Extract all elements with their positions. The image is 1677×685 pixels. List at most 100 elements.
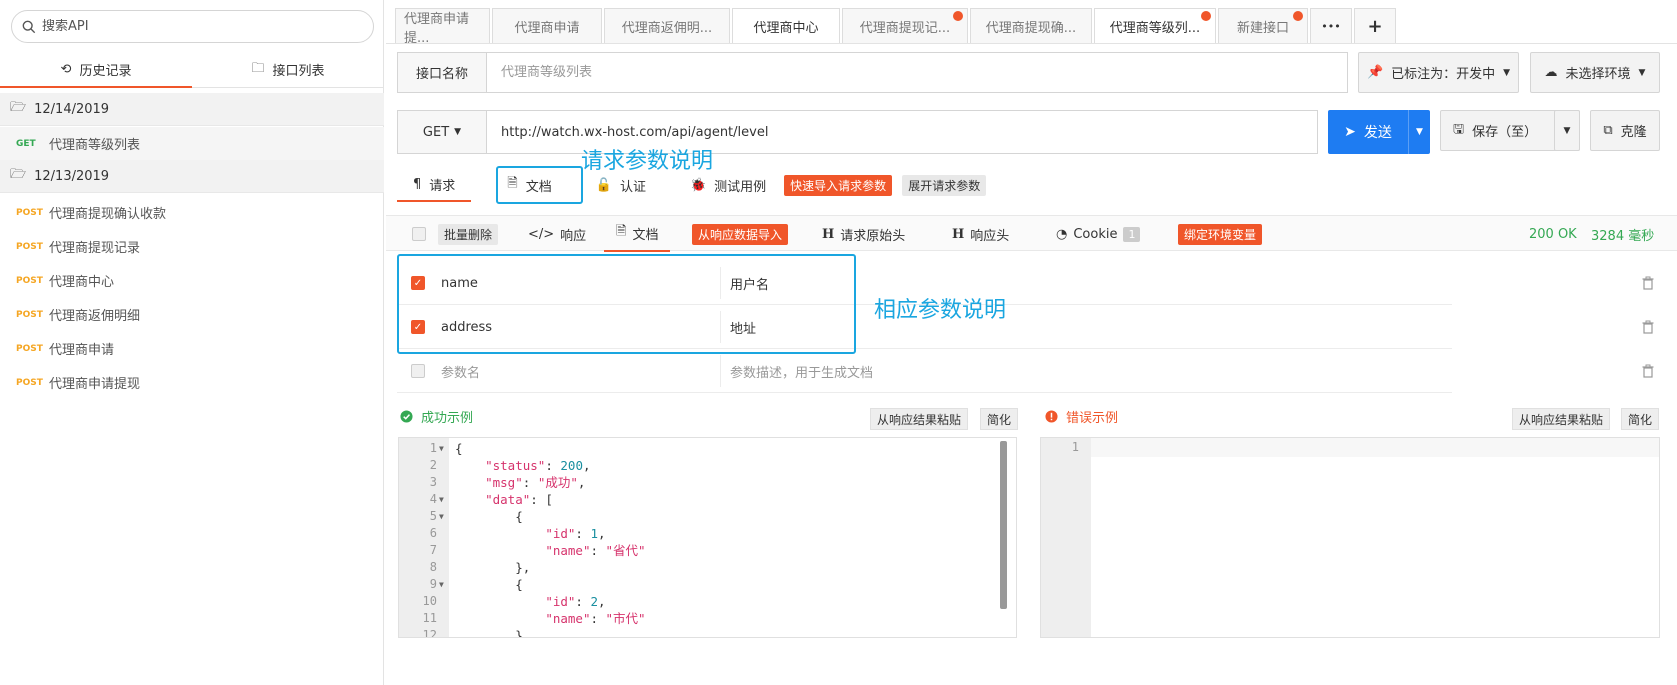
list-item[interactable]: POST 代理商中心: [0, 264, 384, 297]
list-item[interactable]: POST 代理商申请: [0, 332, 384, 365]
batch-delete-label: 批量删除: [438, 223, 499, 245]
pin-icon: 📌: [1366, 65, 1384, 80]
tab-api[interactable]: 新建接口: [1218, 8, 1308, 44]
folder-icon: 🗀: [251, 60, 265, 76]
document-icon: 🗎: [616, 224, 627, 239]
error-paste-button[interactable]: 从响应结果粘贴: [1512, 408, 1611, 430]
annotation-box-request-doc: [496, 166, 583, 204]
code-line: 9 ▼ {: [429, 577, 523, 592]
copy-icon: ⧉: [1603, 123, 1613, 138]
tab-cookie[interactable]: ◔ Cookie 1: [1056, 216, 1141, 252]
tab-api-active[interactable]: 代理商中心: [732, 8, 840, 44]
header-icon: H: [822, 226, 835, 242]
send-button[interactable]: ➤ 发送 ▼: [1328, 110, 1430, 154]
tab-response-doc[interactable]: 🗎 文档: [604, 216, 671, 252]
method-dropdown[interactable]: GET ▼: [398, 111, 487, 153]
tab-api[interactable]: 代理商提现确...: [970, 8, 1092, 44]
tab-label: 代理商提现记...: [859, 21, 951, 36]
send-dropdown[interactable]: ▼: [1408, 110, 1430, 154]
tab-api-list[interactable]: 🗀 接口列表: [192, 52, 384, 88]
line-gutter: [1041, 438, 1091, 637]
error-example-editor[interactable]: 1: [1040, 437, 1660, 638]
column-divider: [720, 355, 721, 387]
clone-button[interactable]: ⧉ 克隆: [1590, 110, 1660, 151]
trash-icon[interactable]: [1641, 364, 1655, 378]
tab-label: 代理商返佣明...: [621, 21, 713, 36]
list-item[interactable]: GET 代理商等级列表: [0, 127, 384, 160]
import-label: 从响应数据导入: [692, 223, 789, 245]
environment-label: 未选择环境: [1565, 67, 1631, 82]
history-group-1[interactable]: 🗁 12/14/2019: [0, 93, 384, 126]
tab-response[interactable]: </> 响应: [528, 216, 586, 252]
trash-icon[interactable]: [1641, 276, 1655, 290]
success-example-editor[interactable]: 1 ▼{2 "status": 200, 3 "msg": "成功", 4 ▼ "dat…: [398, 437, 1017, 638]
table-row-new: 参数名 参数描述，用于生成文档: [397, 349, 1452, 393]
status-dropdown[interactable]: 📌 已标注为：开发中 ▼: [1358, 52, 1519, 93]
more-tabs-button[interactable]: •••: [1310, 8, 1352, 44]
tab-response-doc-label: 文档: [632, 227, 659, 243]
batch-delete-button[interactable]: 批量删除: [438, 216, 499, 252]
method-badge: POST: [16, 241, 43, 252]
tab-api[interactable]: 代理商申请提...: [395, 8, 490, 46]
method-badge: POST: [16, 343, 43, 354]
search-box[interactable]: [11, 10, 374, 43]
method-badge: POST: [16, 275, 43, 286]
list-item[interactable]: POST 代理商申请提现: [0, 366, 384, 399]
success-simplify-button[interactable]: 简化: [980, 408, 1019, 430]
method-badge: GET: [16, 138, 36, 149]
tab-label: 代理商提现确...: [985, 21, 1077, 36]
environment-dropdown[interactable]: ☁ 未选择环境 ▼: [1530, 52, 1660, 93]
select-all-checkbox[interactable]: [412, 216, 426, 252]
expand-params-button[interactable]: 展开请求参数: [902, 174, 987, 196]
error-simplify-button[interactable]: 简化: [1621, 408, 1660, 430]
tab-raw-request-headers[interactable]: H 请求原始头: [822, 216, 905, 252]
tab-api-current[interactable]: 代理商等级列...: [1094, 8, 1216, 44]
api-name: 代理商中心: [49, 275, 115, 290]
error-example-title: 错误示例: [1066, 410, 1119, 426]
trash-icon[interactable]: [1641, 320, 1655, 334]
param-checkbox[interactable]: [411, 364, 425, 378]
list-item[interactable]: POST 代理商提现确认收款: [0, 196, 384, 229]
send-label: 发送: [1363, 125, 1392, 141]
tab-response-headers[interactable]: H 响应头: [952, 216, 1009, 252]
history-group-2[interactable]: 🗁 12/13/2019: [0, 160, 384, 193]
list-item[interactable]: POST 代理商返佣明细: [0, 298, 384, 331]
search-input[interactable]: [42, 19, 342, 34]
success-paste-button[interactable]: 从响应结果粘贴: [870, 408, 969, 430]
code-line: 5 ▼ {: [429, 509, 523, 524]
folder-open-icon: 🗁: [10, 100, 27, 115]
chevron-down-icon: ▼: [1503, 67, 1511, 78]
code-line: 11 "name": "市代": [422, 611, 646, 626]
response-status: 200 OK: [1529, 226, 1577, 242]
folder-open-icon: 🗁: [10, 167, 27, 182]
tab-test-cases-label: 测试用例: [714, 179, 767, 195]
quick-import-button[interactable]: 快速导入请求参数: [784, 174, 893, 196]
api-name-input[interactable]: [487, 53, 1347, 92]
code-line: 7 "name": "省代": [429, 543, 646, 558]
bind-env-button[interactable]: 绑定环境变量: [1178, 216, 1263, 252]
list-item[interactable]: POST 代理商提现记录: [0, 230, 384, 263]
tab-api[interactable]: 代理商申请: [492, 8, 602, 44]
tab-api[interactable]: 代理商提现记...: [842, 8, 968, 44]
save-dropdown[interactable]: ▼: [1554, 110, 1580, 151]
send-main[interactable]: ➤ 发送: [1328, 122, 1408, 142]
import-from-response-button[interactable]: 从响应数据导入: [692, 216, 789, 252]
code-icon: </>: [528, 226, 555, 242]
api-name: 代理商等级列表: [49, 138, 141, 153]
tab-request[interactable]: ¶ 请求: [397, 168, 472, 202]
api-name: 代理商提现记录: [49, 241, 141, 256]
chevron-down-icon: ▼: [1638, 67, 1646, 78]
unsaved-dot: [1293, 11, 1303, 21]
tab-api[interactable]: 代理商返佣明...: [604, 8, 730, 44]
code-line: 12 }: [422, 628, 523, 638]
tab-label: 代理商中心: [753, 21, 819, 36]
new-param-name[interactable]: 参数名: [441, 349, 480, 393]
add-tab-button[interactable]: +: [1354, 8, 1396, 44]
new-param-desc[interactable]: 参数描述，用于生成文档: [730, 349, 873, 393]
tab-api-list-label: 接口列表: [272, 64, 325, 79]
tab-history[interactable]: ⟲ 历史记录: [0, 52, 192, 88]
scrollbar[interactable]: [1000, 441, 1007, 609]
plus-icon: +: [1367, 16, 1383, 37]
checkbox[interactable]: [412, 227, 426, 241]
cloud-icon: ☁: [1544, 65, 1558, 80]
